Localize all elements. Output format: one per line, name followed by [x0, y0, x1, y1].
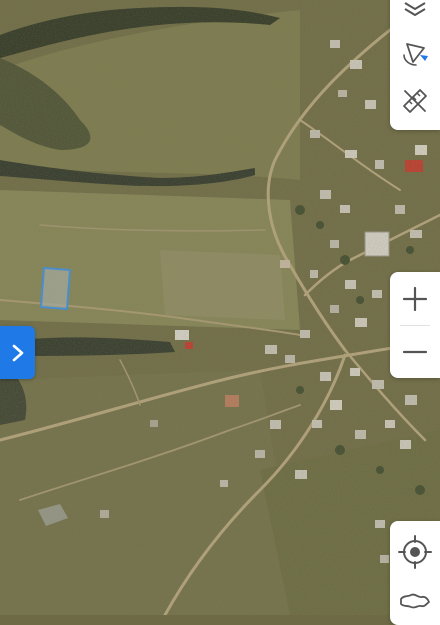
locate-me-button[interactable] [390, 527, 440, 577]
terrain-texture [0, 0, 440, 615]
compass-icon [403, 43, 428, 66]
satellite-map[interactable] [0, 0, 440, 615]
ruler-pencil-icon [403, 89, 427, 113]
map-outline-button[interactable] [390, 581, 440, 621]
map-tools-group [390, 0, 440, 130]
zoom-controls [390, 272, 440, 378]
map-outline-icon [400, 593, 430, 609]
zoom-out-button[interactable] [390, 326, 440, 378]
zoom-in-button[interactable] [390, 272, 440, 325]
crosshair-icon [398, 535, 432, 569]
minus-icon [402, 350, 428, 354]
plus-icon [402, 286, 428, 311]
layers-icon [404, 2, 426, 16]
chevron-right-icon [12, 344, 23, 361]
panel-toggle-button[interactable] [0, 326, 35, 379]
measure-button[interactable] [390, 78, 440, 124]
layers-button[interactable] [390, 0, 440, 24]
compass-button[interactable] [390, 28, 440, 76]
location-tools-group [390, 521, 440, 625]
